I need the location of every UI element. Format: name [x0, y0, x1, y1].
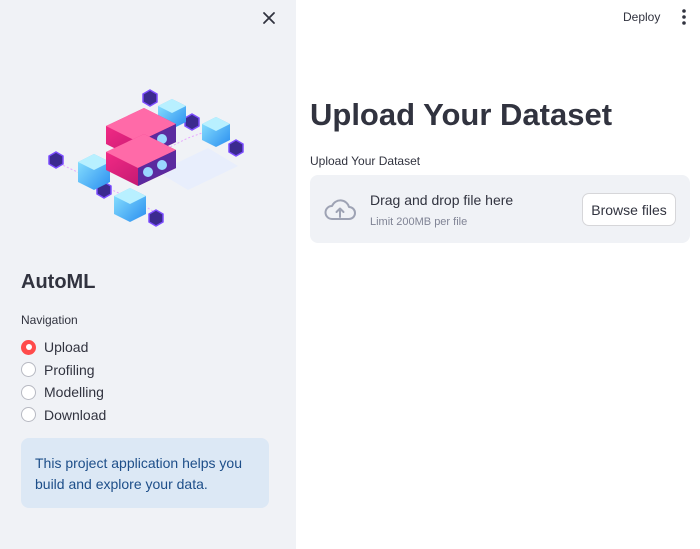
nav-option-label: Upload [44, 339, 89, 356]
nav-option-label: Profiling [44, 361, 95, 378]
drop-instructions: Drag and drop file here [370, 192, 514, 208]
file-dropzone[interactable]: Drag and drop file here Limit 200MB per … [310, 175, 690, 243]
info-box: This project application helps you build… [21, 438, 269, 508]
kebab-menu-icon [682, 9, 686, 25]
nav-option-upload[interactable]: Upload [21, 336, 106, 359]
cloud-upload-icon [323, 197, 357, 223]
main-menu-button[interactable] [676, 6, 692, 28]
radio-unchecked-icon [21, 407, 36, 423]
close-sidebar-button[interactable] [259, 8, 279, 28]
hero-image [48, 89, 244, 227]
app-title: AutoML [21, 271, 96, 293]
radio-unchecked-icon [21, 362, 36, 378]
navigation-label: Navigation [21, 313, 78, 327]
sidebar: AutoML Navigation Upload Profiling Model… [0, 0, 296, 549]
radio-checked-icon [21, 339, 36, 355]
nav-option-label: Modelling [44, 384, 104, 401]
radio-unchecked-icon [21, 384, 36, 400]
page-title: Upload Your Dataset [310, 97, 613, 132]
nav-option-label: Download [44, 406, 107, 423]
deploy-button[interactable]: Deploy [617, 7, 666, 27]
file-size-limit: Limit 200MB per file [370, 216, 468, 228]
browse-files-button[interactable]: Browse files [582, 193, 676, 226]
close-icon [263, 12, 275, 24]
nav-option-modelling[interactable]: Modelling [21, 381, 106, 404]
nav-option-download[interactable]: Download [21, 404, 106, 427]
file-uploader-label: Upload Your Dataset [310, 154, 421, 168]
nav-option-profiling[interactable]: Profiling [21, 359, 106, 382]
navigation-radio-group: Upload Profiling Modelling Download [21, 336, 106, 426]
